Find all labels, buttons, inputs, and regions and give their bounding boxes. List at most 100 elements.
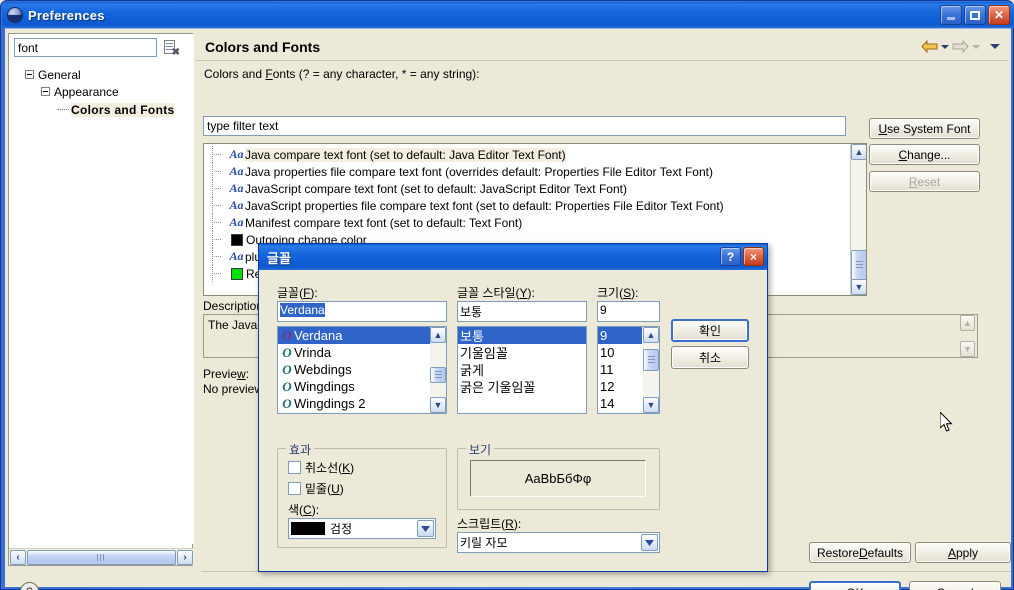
list-item[interactable]: O Wingdings 2 — [278, 395, 446, 412]
clear-filter-icon[interactable]: ✖ — [163, 39, 180, 57]
tree-item-label: Colors and Fonts — [71, 102, 175, 117]
list-item[interactable]: 9 — [598, 327, 642, 344]
list-item[interactable]: Aa Java properties file compare text fon… — [204, 163, 866, 180]
help-button[interactable]: ? — [720, 247, 741, 266]
list-item[interactable]: 굵게 — [458, 361, 586, 378]
tree-horizontal-scrollbar[interactable]: ‹ › — [9, 548, 194, 565]
close-button[interactable]: × — [743, 247, 764, 266]
maximize-button[interactable] — [964, 5, 986, 25]
chevron-down-icon[interactable] — [641, 534, 658, 551]
list-item[interactable]: O Vrinda — [278, 344, 446, 361]
scroll-right-icon[interactable]: › — [177, 549, 193, 565]
list-item-label: Wingdings 2 — [294, 396, 366, 411]
vscroll-thumb[interactable] — [851, 250, 866, 280]
hscroll-thumb[interactable] — [27, 549, 176, 565]
label-pre: 색( — [288, 503, 304, 517]
script-combobox[interactable]: 키릴 자모 — [457, 532, 660, 553]
description-scrollbar[interactable]: ▲ ▼ — [960, 315, 977, 357]
underline-checkbox[interactable]: 밑줄(U) — [288, 480, 344, 497]
size-list-scrollbar[interactable]: ▲ ▼ — [643, 327, 659, 413]
tree-item-appearance[interactable]: Appearance — [41, 83, 119, 100]
opentype-font-icon: O — [280, 413, 294, 414]
checkbox-box[interactable] — [288, 461, 301, 474]
use-system-font-button[interactable]: Use System Font — [869, 118, 980, 139]
scroll-up-icon[interactable]: ▲ — [430, 327, 446, 343]
page-title: Colors and Fonts — [205, 38, 321, 55]
font-size-list[interactable]: 9 10 11 12 14 16 18 — [597, 326, 660, 414]
list-item[interactable]: O Wingdings — [278, 378, 446, 395]
list-item[interactable]: Aa JavaScript properties file compare te… — [204, 197, 866, 214]
preview-label-pre: Previe — [203, 367, 238, 381]
color-swatch-icon — [231, 233, 243, 246]
scroll-up-icon[interactable]: ▲ — [643, 327, 659, 343]
list-item[interactable]: O Wingdings 3 — [278, 412, 446, 414]
ok-button[interactable]: 확인 — [671, 319, 749, 342]
scroll-down-icon[interactable]: ▼ — [430, 397, 446, 413]
vscroll-thumb[interactable] — [643, 349, 659, 371]
strikeout-checkbox[interactable]: 취소선(K) — [288, 459, 354, 476]
list-item[interactable]: O Webdings — [278, 361, 446, 378]
list-item[interactable]: 보통 — [458, 327, 586, 344]
label-pre: 밑줄( — [305, 482, 332, 496]
scroll-left-icon[interactable]: ‹ — [10, 549, 26, 565]
apply-button[interactable]: Apply — [915, 542, 1011, 563]
collapse-icon[interactable] — [41, 87, 50, 96]
font-name-list[interactable]: O Verdana O Vrinda O Webdings O Wingding… — [277, 326, 447, 414]
scroll-down-icon[interactable]: ▼ — [643, 397, 659, 413]
scroll-up-icon[interactable]: ▲ — [960, 315, 975, 331]
back-arrow-icon[interactable] — [920, 37, 939, 56]
list-item[interactable]: Aa Manifest compare text font (set to de… — [204, 214, 866, 231]
font-style-value: 보통 — [460, 305, 483, 319]
font-dialog-controls: ? × — [720, 247, 764, 266]
scroll-up-icon[interactable]: ▲ — [851, 144, 866, 160]
list-item[interactable]: Aa JavaScript compare text font (set to … — [204, 180, 866, 197]
font-style-list[interactable]: 보통 기울임꼴 굵게 굵은 기울임꼴 — [457, 326, 587, 414]
list-item[interactable]: 기울임꼴 — [458, 344, 586, 361]
script-label: 스크립트(R): — [457, 515, 521, 532]
tree-item-colors-and-fonts[interactable]: Colors and Fonts — [57, 101, 175, 118]
restore-defaults-button[interactable]: Restore Defaults — [809, 542, 911, 563]
change-button[interactable]: Change... — [869, 144, 980, 165]
color-combobox[interactable]: 검정 — [288, 518, 436, 539]
forward-dropdown-icon — [972, 44, 980, 49]
collapse-icon[interactable] — [25, 70, 34, 79]
list-vertical-scrollbar[interactable]: ▲ ▼ — [850, 144, 866, 295]
opentype-font-icon: O — [282, 361, 292, 377]
list-item[interactable]: O Verdana — [278, 327, 446, 344]
list-item[interactable]: Aa Java compare text font (set to defaul… — [204, 146, 866, 163]
color-swatch-icon — [231, 267, 243, 280]
btn-label: OK — [846, 586, 863, 590]
page-filter-input[interactable] — [203, 116, 846, 136]
scroll-down-icon[interactable]: ▼ — [960, 341, 975, 357]
label-accel: S — [623, 286, 632, 300]
font-size-label: 크기(S): — [597, 284, 638, 301]
cancel-button[interactable]: Cancel — [909, 581, 1001, 590]
search-input[interactable] — [14, 38, 157, 57]
font-dialog: 글꼴 ? × 글꼴(F): Verdana O Verdana O Vrinda… — [258, 243, 768, 572]
list-item[interactable]: 굵은 기울임꼴 — [458, 378, 586, 395]
back-dropdown-icon[interactable] — [941, 44, 949, 49]
list-item-label: Java compare text font (set to default: … — [245, 147, 566, 162]
vscroll-thumb[interactable] — [430, 367, 446, 383]
view-menu-icon[interactable] — [990, 44, 1000, 49]
close-button[interactable]: ✕ — [988, 5, 1010, 25]
chevron-down-icon[interactable] — [417, 520, 434, 537]
opentype-font-icon: O — [282, 378, 292, 394]
font-size-input[interactable]: 9 — [597, 301, 660, 322]
font-name-input[interactable]: Verdana — [277, 301, 447, 322]
minimize-button[interactable] — [940, 5, 962, 25]
font-style-input[interactable]: 보통 — [457, 301, 587, 322]
hscroll-track[interactable] — [27, 549, 176, 565]
tree-item-general[interactable]: General — [25, 66, 81, 83]
page-nav-toolbar — [920, 37, 1000, 56]
font-list-scrollbar[interactable]: ▲ ▼ — [430, 327, 446, 413]
color-swatch-icon — [291, 522, 325, 535]
ok-button[interactable]: OK — [809, 581, 901, 590]
help-glyph: ? — [726, 249, 735, 264]
opentype-font-icon: O — [282, 395, 292, 411]
help-icon[interactable]: ? — [20, 582, 39, 590]
cancel-button[interactable]: 취소 — [671, 346, 749, 369]
btn-accel: C — [898, 147, 908, 162]
scroll-down-icon[interactable]: ▼ — [851, 279, 866, 295]
checkbox-box[interactable] — [288, 482, 301, 495]
